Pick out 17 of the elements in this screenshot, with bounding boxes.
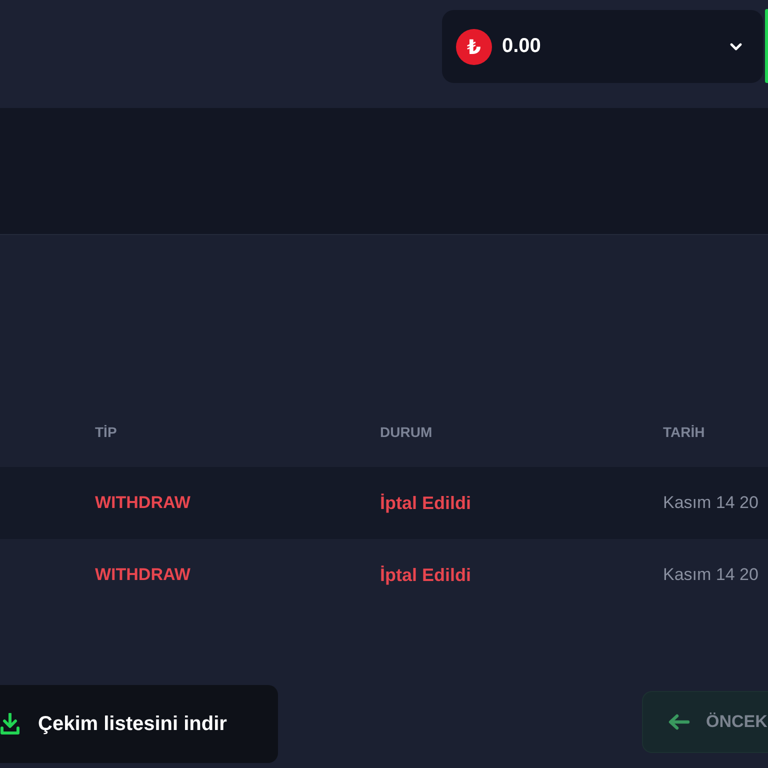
side-button-edge[interactable] (765, 9, 768, 83)
date-cell: Kasım 14 20 (663, 564, 758, 586)
column-header: DURUM (380, 423, 432, 441)
download-list-button[interactable]: Çekim listesini indir (0, 685, 278, 763)
balance-dropdown[interactable]: ₺ 0.00 (442, 10, 763, 83)
chevron-down-icon (730, 42, 742, 50)
download-icon (0, 713, 20, 735)
type-cell: WITHDRAW (95, 564, 190, 586)
status-cell: İptal Edildi (380, 564, 472, 586)
balance-amount: 0.00 (502, 35, 541, 58)
type-cell: WITHDRAW (95, 492, 190, 514)
column-header: TİP (95, 423, 117, 441)
column-header: TARİH (663, 423, 705, 441)
arrow-left-icon (668, 714, 690, 730)
date-cell: Kasım 14 20 (663, 492, 758, 514)
status-cell: İptal Edildi (380, 492, 472, 514)
lira-icon: ₺ (456, 28, 492, 64)
